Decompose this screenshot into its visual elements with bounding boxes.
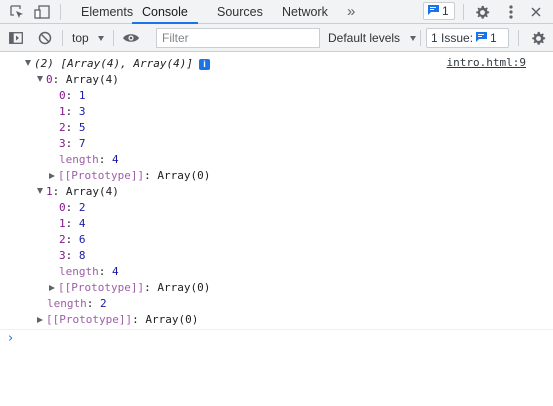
messages-badge[interactable]: 1: [423, 2, 455, 20]
array-item: 1: 3: [59, 105, 86, 118]
tree-node-array-0[interactable]: 0: Array(4): [37, 72, 119, 88]
array-type: Array(4): [65, 73, 119, 86]
more-tabs-icon[interactable]: »: [347, 0, 355, 24]
console-prompt[interactable]: ›: [0, 329, 553, 352]
close-icon[interactable]: [527, 0, 545, 24]
prompt-chevron-icon: ›: [8, 331, 14, 346]
clear-console-icon[interactable]: [36, 26, 54, 50]
expand-triangle-icon: [25, 60, 31, 66]
array-item: 0: 1: [59, 89, 86, 102]
divider: [60, 4, 61, 20]
array-item: 2: 6: [59, 233, 86, 246]
tree-node-prototype[interactable]: [[Prototype]]: Array(0): [49, 168, 210, 184]
chevron-down-icon: [98, 36, 105, 41]
devtools-tab-bar: Elements Console Sources Network » 1: [0, 0, 553, 24]
context-selector[interactable]: top: [72, 28, 105, 48]
array-item: 0: 2: [59, 201, 86, 214]
array-item: 2: 5: [59, 121, 86, 134]
tab-sources[interactable]: Sources: [217, 0, 263, 24]
inspect-element-icon[interactable]: [8, 0, 26, 24]
tab-network[interactable]: Network: [282, 0, 328, 24]
array-length: length: 4: [59, 153, 119, 166]
expand-triangle-icon: [37, 76, 43, 82]
tree-node-root-prototype[interactable]: [[Prototype]]: Array(0): [37, 312, 198, 328]
console-settings-icon[interactable]: [529, 26, 547, 50]
divider: [463, 4, 464, 20]
chevron-down-icon: [410, 36, 417, 41]
message-icon: [428, 4, 439, 18]
kebab-menu-icon[interactable]: [502, 0, 520, 24]
context-label: top: [72, 31, 89, 45]
issues-label: 1 Issue:: [431, 31, 474, 45]
sidebar-toggle-icon[interactable]: [7, 26, 25, 50]
root-length: length: 2: [47, 297, 107, 310]
filter-input[interactable]: [156, 28, 320, 48]
message-icon: [476, 31, 488, 45]
messages-count: 1: [442, 4, 449, 18]
root-summary-text: (2) [Array(4), Array(4)]: [34, 57, 193, 70]
array-item: 3: 7: [59, 137, 86, 150]
array-key: 1: [46, 185, 53, 198]
console-toolbar: top Default levels 1 Issue: 1: [0, 24, 553, 52]
tab-elements[interactable]: Elements: [81, 0, 133, 24]
tab-console[interactable]: Console: [132, 0, 198, 24]
collapsed-triangle-icon: [37, 317, 43, 323]
tree-node-array-1[interactable]: 1: Array(4): [37, 184, 119, 200]
array-length: length: 4: [59, 265, 119, 278]
root-array-summary[interactable]: (2) [Array(4), Array(4)] i: [25, 56, 210, 72]
divider: [113, 30, 114, 46]
source-link[interactable]: intro.html:9: [447, 56, 526, 69]
array-key: 0: [46, 73, 53, 86]
levels-label: Default levels: [328, 31, 401, 45]
tree-node-prototype[interactable]: [[Prototype]]: Array(0): [49, 280, 210, 296]
issues-count: 1: [490, 31, 497, 45]
array-item: 1: 4: [59, 217, 86, 230]
eye-icon[interactable]: [121, 26, 141, 50]
expand-triangle-icon: [37, 188, 43, 194]
array-item: 3: 8: [59, 249, 86, 262]
info-icon[interactable]: i: [198, 59, 210, 70]
levels-dropdown[interactable]: Default levels: [328, 28, 417, 48]
divider: [518, 30, 519, 46]
issues-button[interactable]: 1 Issue: 1: [426, 28, 509, 48]
device-toggle-icon[interactable]: [33, 0, 51, 24]
settings-icon[interactable]: [473, 0, 491, 24]
collapsed-triangle-icon: [49, 173, 55, 179]
collapsed-triangle-icon: [49, 285, 55, 291]
divider: [62, 30, 63, 46]
array-type: Array(4): [65, 185, 119, 198]
divider: [420, 30, 421, 46]
